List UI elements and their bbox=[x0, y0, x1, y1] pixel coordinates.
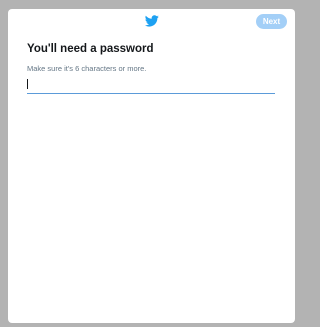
password-hint: Make sure it's 6 characters or more. bbox=[27, 64, 147, 73]
page-title: You'll need a password bbox=[27, 43, 154, 55]
twitter-bird-icon bbox=[145, 15, 159, 27]
password-dialog: Next You'll need a password Make sure it… bbox=[8, 9, 295, 323]
text-caret bbox=[27, 79, 28, 89]
next-button[interactable]: Next bbox=[256, 14, 287, 29]
password-field[interactable] bbox=[27, 78, 275, 94]
dialog-header: Next bbox=[8, 9, 295, 37]
